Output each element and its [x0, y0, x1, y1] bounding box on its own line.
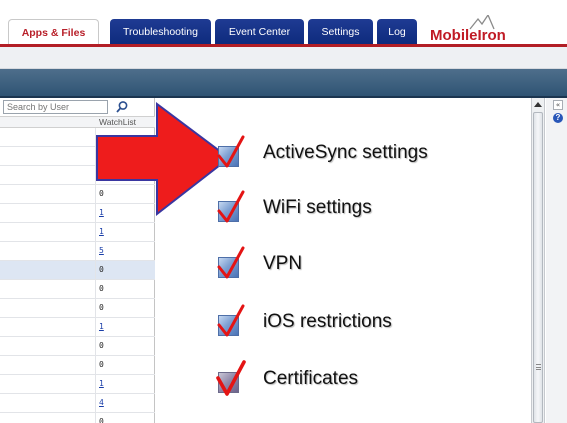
checklist-label: ActiveSync settings: [263, 142, 428, 163]
tab-troubleshooting[interactable]: Troubleshooting: [110, 19, 211, 45]
column-divider: [95, 394, 96, 413]
red-checkmark-icon: [217, 304, 245, 337]
column-divider: [95, 337, 96, 356]
column-divider: [95, 375, 96, 394]
watchlist-count-link[interactable]: 1: [99, 227, 104, 236]
checklist-label: WiFi settings: [263, 197, 372, 218]
section-header-bar: [0, 69, 567, 96]
red-checkmark-icon: [216, 360, 246, 396]
scroll-up-arrow-icon[interactable]: [533, 100, 543, 110]
table-row[interactable]: 0: [0, 356, 155, 375]
watchlist-count: 0: [99, 417, 104, 423]
watchlist-count: 0: [99, 341, 104, 350]
brand-logo: MobileIron: [430, 15, 564, 47]
tab-apps-files[interactable]: Apps & Files: [8, 19, 99, 45]
checklist-label: VPN: [263, 253, 303, 274]
red-checkmark-icon: [217, 190, 245, 223]
collapse-panel-button[interactable]: «: [553, 100, 563, 110]
checklist-item-vpn: VPN: [214, 246, 514, 285]
column-divider: [95, 242, 96, 261]
tab-log[interactable]: Log: [377, 19, 417, 45]
watchlist-count-link[interactable]: 4: [99, 398, 104, 407]
watchlist-count: 0: [99, 284, 104, 293]
brand-name: MobileIron: [430, 27, 506, 44]
column-divider: [95, 356, 96, 375]
watchlist-count-link[interactable]: 5: [99, 246, 104, 255]
watchlist-count-link[interactable]: 1: [99, 322, 104, 331]
column-divider: [95, 299, 96, 318]
help-icon[interactable]: ?: [553, 113, 563, 123]
column-divider: [95, 413, 96, 423]
red-checkmark-icon: [217, 246, 245, 279]
app-window: Apps & Files Troubleshooting Event Cente…: [0, 0, 567, 423]
right-side-strip: [546, 98, 567, 423]
tab-event-center[interactable]: Event Center: [215, 19, 304, 45]
watchlist-count: 0: [99, 265, 104, 274]
tab-settings[interactable]: Settings: [308, 19, 373, 45]
column-divider: [95, 223, 96, 242]
table-row[interactable]: 1: [0, 223, 155, 242]
checklist-item-wifi: WiFi settings: [214, 190, 514, 229]
table-row[interactable]: 0: [0, 280, 155, 299]
table-row[interactable]: 4: [0, 394, 155, 413]
table-row[interactable]: 0: [0, 413, 155, 423]
checklist-item-ios-restrictions: iOS restrictions: [214, 304, 514, 343]
checklist-label: iOS restrictions: [263, 311, 392, 332]
scrollbar-thumb[interactable]: [533, 112, 543, 423]
watchlist-count: 0: [99, 303, 104, 312]
top-navigation: Apps & Files Troubleshooting Event Cente…: [0, 0, 567, 47]
checklist-item-certificates: Certificates: [214, 360, 514, 400]
watchlist-count-link[interactable]: 1: [99, 379, 104, 388]
red-checkmark-icon: [217, 135, 245, 168]
column-divider: [95, 261, 96, 280]
search-input[interactable]: [3, 100, 108, 114]
table-row[interactable]: 0: [0, 337, 155, 356]
watchlist-count: 0: [99, 360, 104, 369]
table-row[interactable]: 5: [0, 242, 155, 261]
toolbar-strip: [0, 47, 567, 69]
column-divider: [95, 280, 96, 299]
scroll-grip-icon: [536, 364, 541, 370]
table-row[interactable]: 1: [0, 318, 155, 337]
table-row[interactable]: 1: [0, 375, 155, 394]
checklist-label: Certificates: [263, 368, 359, 389]
column-divider: [95, 318, 96, 337]
table-row[interactable]: 0: [0, 261, 155, 280]
table-row[interactable]: 0: [0, 299, 155, 318]
checklist-item-activesync: ActiveSync settings: [214, 135, 514, 174]
